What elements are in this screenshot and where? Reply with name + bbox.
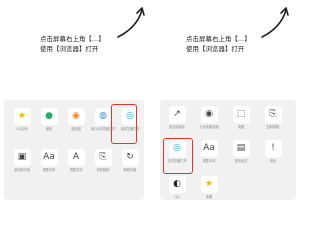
favorite-icon: ⬚ xyxy=(232,106,250,123)
wechat-icon: ● xyxy=(40,108,58,125)
right-hint: 点击屏幕右上角【...】 使用【浏览器】打开 xyxy=(186,34,251,54)
moments-icon: ◉ xyxy=(67,108,85,125)
font-icon: A xyxy=(67,149,85,166)
share-item[interactable]: ◉ 朋友圈 xyxy=(63,108,89,131)
share-item[interactable]: ⬚ 收藏 xyxy=(228,106,254,129)
left-hint-line1: 点击屏幕右上角【...】 xyxy=(40,35,105,43)
left-hint-line2: 使用【浏览器】打开 xyxy=(40,45,99,53)
share-item[interactable]: ▣ 添加到浮窗 xyxy=(9,149,35,172)
link-icon: ⎘ xyxy=(94,149,112,166)
font-size-icon: Aa xyxy=(200,140,218,157)
share-item[interactable]: ● 微信 xyxy=(36,108,62,131)
share-item[interactable]: ◐ QQ xyxy=(164,176,190,199)
float-window-icon: ▣ xyxy=(13,149,31,166)
share-item[interactable]: ⎘ 复制链接 xyxy=(90,149,116,172)
share-item[interactable]: ↗ 发送给朋友 xyxy=(164,106,190,129)
left-arrow-icon xyxy=(117,7,145,38)
share-item[interactable]: Aa 调整字体 xyxy=(36,149,62,172)
moments-icon: ◉ xyxy=(200,106,218,123)
share-item-label: 复制链接 xyxy=(266,125,280,129)
refresh-icon: ↻ xyxy=(121,149,139,166)
share-item-label: 朋友圈 xyxy=(71,127,81,131)
share-item-label: 投诉反馈 xyxy=(234,159,248,163)
share-item-label: 复制链接 xyxy=(96,168,110,172)
share-item[interactable]: ↻ 刷新页面 xyxy=(117,149,143,172)
share-item-label: 刷新页面 xyxy=(123,168,137,172)
share-item[interactable]: ! 投诉 xyxy=(260,140,286,163)
qq-browser-icon: ◍ xyxy=(94,108,112,125)
right-arrow-icon xyxy=(261,7,289,38)
share-item-label: 微信 xyxy=(45,127,53,131)
right-browser-highlight xyxy=(163,138,193,174)
share-icon: ↗ xyxy=(168,106,186,123)
share-item-label: 调整字体 xyxy=(69,168,83,172)
share-item[interactable]: ◉ 分享到朋友圈 xyxy=(196,106,222,129)
left-hint: 点击屏幕右上角【...】 使用【浏览器】打开 xyxy=(40,34,105,54)
right-hint-line2: 使用【浏览器】打开 xyxy=(186,45,245,53)
share-item[interactable]: ★ QQ空间 xyxy=(9,108,35,131)
right-row3: ◐ QQ ★ 收藏 xyxy=(164,176,286,199)
share-item-label: 收藏 xyxy=(205,195,213,199)
feedback-icon: ▤ xyxy=(232,140,250,157)
right-row1: ↗ 发送给朋友 ◉ 分享到朋友圈 ⬚ 收藏 ⎘ 复制链接 xyxy=(164,106,286,129)
share-item-label: 投诉 xyxy=(269,159,277,163)
share-item-label: 调整字体 xyxy=(202,159,216,163)
share-item[interactable]: A 调整字体 xyxy=(63,149,89,172)
complaint-icon: ! xyxy=(264,140,282,157)
share-item-label: QQ空间 xyxy=(16,127,28,131)
share-item-label: 发送给朋友 xyxy=(169,125,185,129)
share-item[interactable]: Aa 调整字体 xyxy=(196,140,222,163)
link-icon: ⎘ xyxy=(264,106,282,123)
share-item-label: 调整字体 xyxy=(42,168,56,172)
left-row2: ▣ 添加到浮窗 Aa 调整字体 A 调整字体 ⎘ 复制链接 ↻ 刷新页面 xyxy=(9,149,143,172)
font-size-icon: Aa xyxy=(40,149,58,166)
share-item[interactable]: ⎘ 复制链接 xyxy=(260,106,286,129)
share-item[interactable]: ▤ 投诉反馈 xyxy=(228,140,254,163)
qzone-icon: ★ xyxy=(13,108,31,125)
star-icon: ★ xyxy=(200,176,218,193)
share-item-label: QQ xyxy=(174,195,180,199)
right-hint-line1: 点击屏幕右上角【...】 xyxy=(186,35,251,43)
share-item-label: 添加到浮窗 xyxy=(14,168,30,172)
left-browser-highlight xyxy=(111,104,137,144)
share-item[interactable]: ★ 收藏 xyxy=(196,176,222,199)
share-item-label: 分享到朋友圈 xyxy=(199,125,219,129)
qq-icon: ◐ xyxy=(168,176,186,193)
share-item-label: 收藏 xyxy=(237,125,245,129)
